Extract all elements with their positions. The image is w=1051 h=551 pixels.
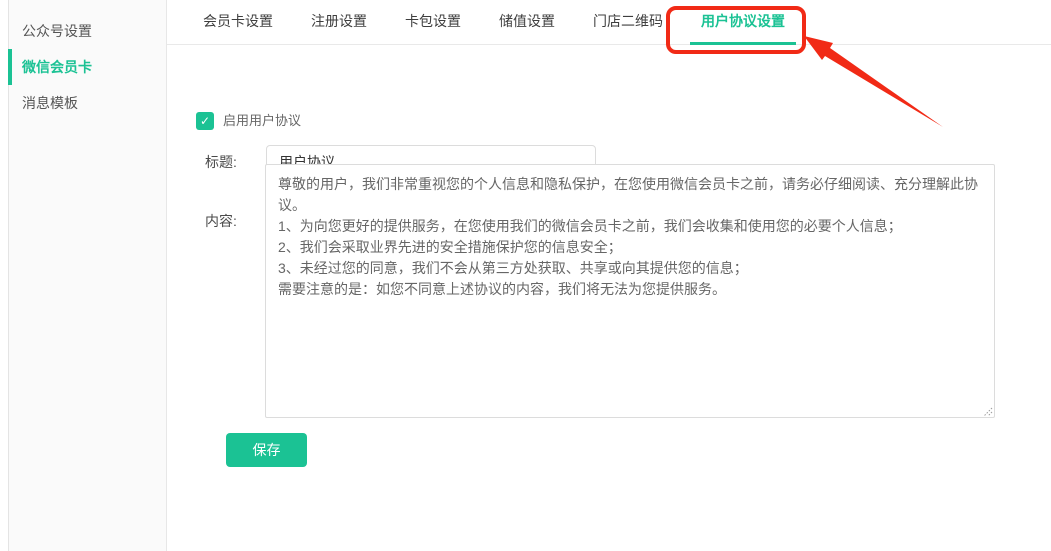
save-button[interactable]: 保存 [226, 433, 307, 467]
sidebar-item-label: 微信会员卡 [22, 59, 92, 75]
enable-agreement-checkbox[interactable]: ✓ [196, 112, 214, 130]
sidebar-item-official-account-settings[interactable]: 公众号设置 [9, 13, 166, 49]
active-indicator [8, 49, 12, 85]
tab-stored-value-settings[interactable]: 储值设置 [488, 0, 566, 45]
page: 公众号设置 微信会员卡 消息模板 会员卡设置 注册设置 卡包设置 储值设置 门店… [0, 0, 1051, 551]
tab-register-settings[interactable]: 注册设置 [300, 0, 378, 45]
content-field-label: 内容: [205, 211, 237, 232]
title-field-label: 标题: [205, 145, 237, 179]
sidebar-item-wechat-member-card[interactable]: 微信会员卡 [9, 49, 166, 85]
tab-bar: 会员卡设置 注册设置 卡包设置 储值设置 门店二维码 用户协议设置 [167, 0, 1051, 45]
sidebar-item-label: 公众号设置 [22, 23, 92, 39]
main-content: 会员卡设置 注册设置 卡包设置 储值设置 门店二维码 用户协议设置 ✓ 启用用户… [167, 0, 1051, 551]
content-textarea[interactable]: 尊敬的用户，我们非常重视您的个人信息和隐私保护，在您使用微信会员卡之前，请务必仔… [265, 164, 995, 418]
tab-member-card-settings[interactable]: 会员卡设置 [192, 0, 284, 45]
sidebar-item-label: 消息模板 [22, 95, 78, 111]
sidebar-item-message-template[interactable]: 消息模板 [9, 85, 166, 121]
enable-agreement-label: 启用用户协议 [223, 112, 301, 130]
tab-user-agreement-settings[interactable]: 用户协议设置 [690, 0, 796, 45]
tab-store-qrcode[interactable]: 门店二维码 [582, 0, 674, 45]
sidebar: 公众号设置 微信会员卡 消息模板 [8, 0, 167, 551]
tab-card-package-settings[interactable]: 卡包设置 [394, 0, 472, 45]
resize-handle-icon[interactable] [981, 404, 993, 416]
check-icon: ✓ [200, 114, 210, 128]
user-agreement-form: ✓ 启用用户协议 标题: 内容: 尊敬的用户，我们非常重视您的个人信息和隐私保护… [167, 45, 1051, 551]
content-textarea-wrap: 尊敬的用户，我们非常重视您的个人信息和隐私保护，在您使用微信会员卡之前，请务必仔… [265, 164, 995, 418]
